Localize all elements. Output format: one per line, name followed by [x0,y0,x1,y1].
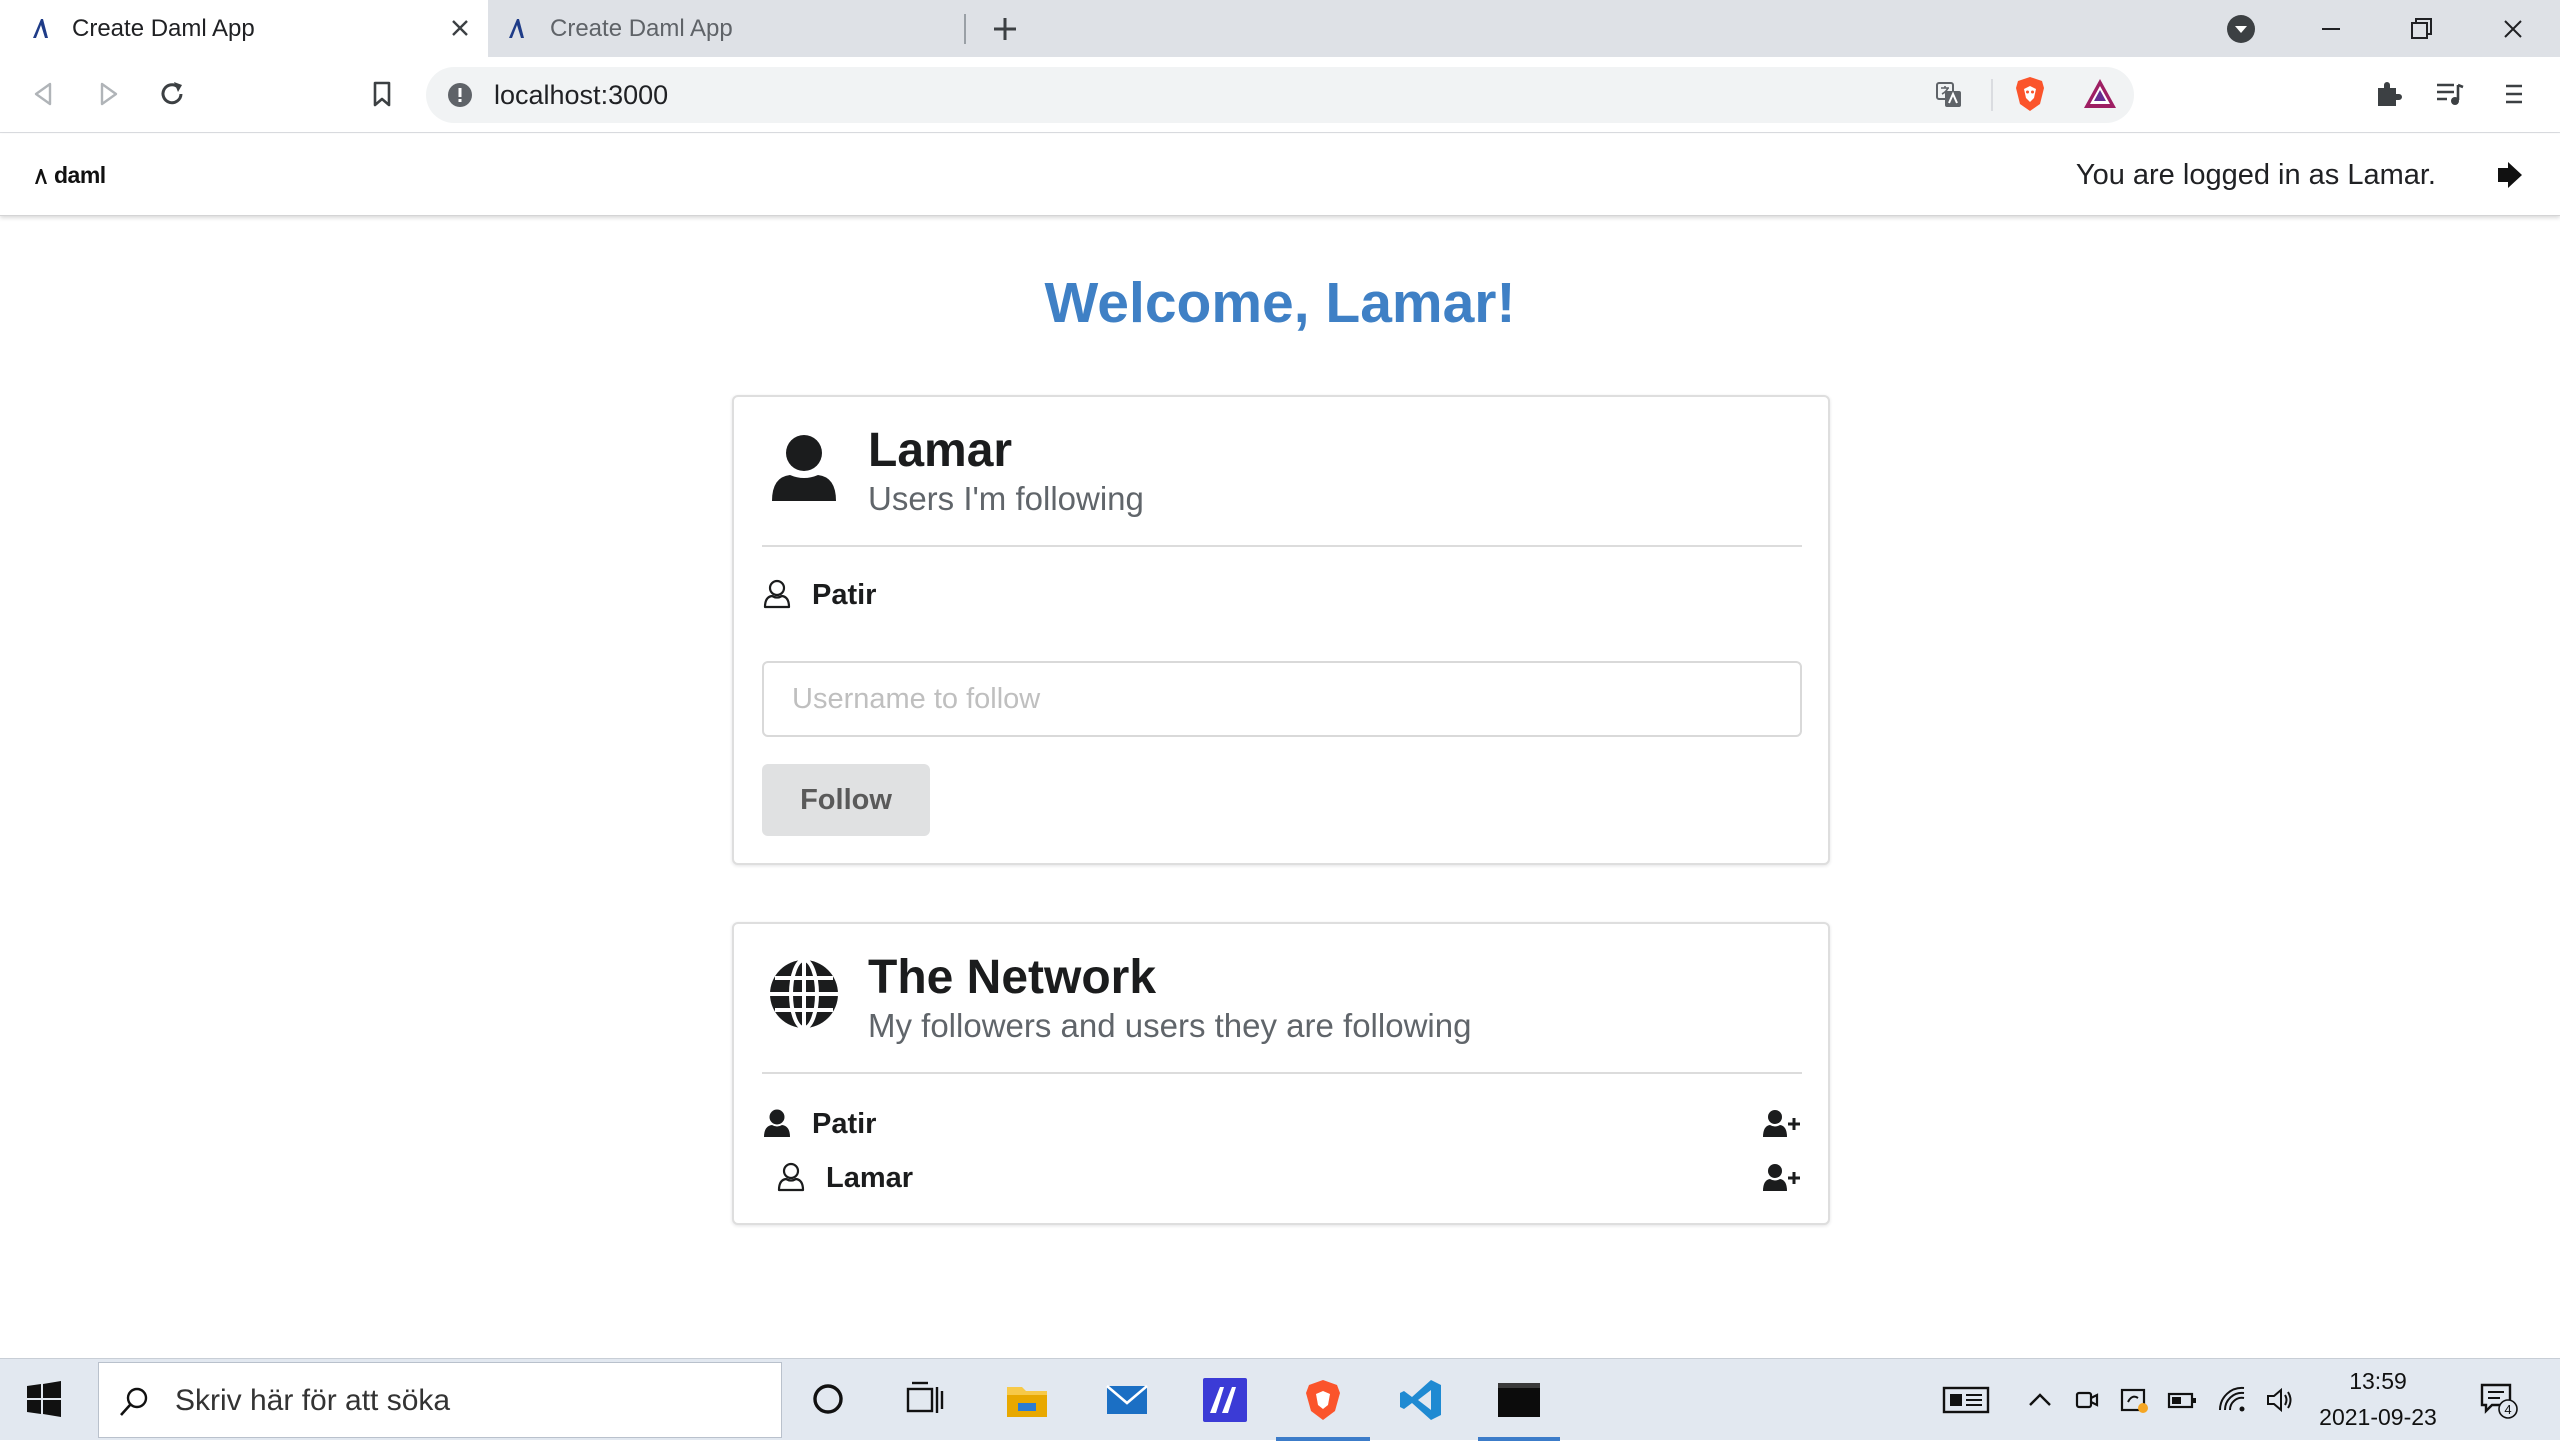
media-control-icon[interactable] [2432,76,2468,112]
user-outline-icon [777,1162,805,1192]
volume-icon[interactable] [2264,1384,2296,1416]
welcome-heading: Welcome, Lamar! [1044,271,1516,335]
following-card: Lamar Users I'm following Patir Follow [732,395,1830,865]
user-name: Patir [812,579,877,611]
card-title: Lamar [868,424,1013,477]
username-to-follow-input[interactable] [762,661,1802,737]
user-icon [764,1109,790,1137]
browser-toolbar: localhost:3000 [0,57,2560,133]
extensions-icon[interactable] [2370,76,2406,112]
notification-count: 4 [2504,1402,2511,1417]
show-hidden-icons-icon[interactable] [2024,1384,2056,1416]
daml-favicon-icon [509,19,524,38]
sync-icon[interactable] [2118,1384,2150,1416]
brave-shields-icon[interactable] [2010,74,2050,114]
site-info-icon[interactable] [446,81,474,109]
active-app-indicator [1478,1437,1560,1441]
translate-icon[interactable] [1934,80,1964,110]
clock-time[interactable]: 13:59 [2338,1367,2418,1395]
brave-browser-icon[interactable] [1300,1377,1346,1423]
divider [762,545,1802,547]
meet-now-icon[interactable] [2070,1384,2102,1416]
user-name: Lamar [826,1162,914,1194]
card-subtitle: Users I'm following [868,480,1144,517]
globe-icon [770,958,838,1030]
daml-logo: daml [32,162,106,189]
tab-search-icon[interactable] [2224,12,2258,46]
clock-date[interactable]: 2021-09-23 [2306,1403,2450,1431]
list-item: Lamar [762,1158,1802,1198]
tab-title: Create Daml App [550,15,733,42]
new-tab-icon[interactable] [990,14,1020,44]
divider [762,1072,1802,1074]
vscode-icon[interactable] [1398,1377,1444,1423]
list-item: Patir [762,575,1802,615]
wifi-icon[interactable] [2216,1384,2248,1416]
user-name: Patir [812,1108,877,1140]
mail-icon[interactable] [1104,1377,1150,1423]
notification-center-icon[interactable]: 4 [2478,1379,2518,1419]
add-user-icon[interactable] [1762,1108,1802,1138]
terminal-icon[interactable] [1496,1377,1542,1423]
minimize-icon[interactable] [2314,12,2348,46]
reload-icon[interactable] [154,76,190,112]
brave-rewards-icon[interactable] [2080,74,2120,114]
omnibox-separator [1991,79,1993,111]
news-widget-icon[interactable] [1942,1384,1992,1416]
card-subtitle: My followers and users they are followin… [868,1007,1472,1044]
windows-taskbar: Skriv här för att söka 13:59 2021-09-23 … [0,1358,2560,1441]
app-launcher-icon[interactable] [1202,1377,1248,1423]
restore-icon[interactable] [2404,12,2438,46]
logo-text: daml [54,162,106,188]
active-app-indicator [1276,1437,1370,1441]
file-explorer-icon[interactable] [1004,1377,1050,1423]
daml-favicon-icon [33,19,48,38]
task-view-icon[interactable] [904,1379,946,1421]
daml-logo-icon [35,168,47,184]
windows-start-icon[interactable] [24,1379,64,1419]
browser-menu-icon[interactable] [2496,76,2532,112]
search-placeholder: Skriv här för att söka [175,1384,451,1417]
user-outline-icon [763,579,791,609]
tab-separator [964,14,966,44]
bookmark-icon[interactable] [364,76,400,112]
address-bar[interactable]: localhost:3000 [426,67,2134,123]
user-icon [772,435,836,501]
url-text[interactable]: localhost:3000 [494,80,668,110]
network-card: The Network My followers and users they … [732,922,1830,1225]
card-title: The Network [868,951,1157,1004]
app-header: daml You are logged in as Lamar. [0,134,2560,216]
close-window-icon[interactable] [2496,12,2530,46]
tab-title: Create Daml App [72,15,255,42]
battery-icon[interactable] [2166,1384,2198,1416]
tab-create-daml-app[interactable]: Create Daml App [0,0,488,57]
cortana-icon[interactable] [808,1379,848,1419]
logged-in-status: You are logged in as Lamar. [2075,159,2436,191]
logout-icon[interactable] [2494,158,2528,192]
list-item: Patir [762,1104,1802,1144]
search-icon [120,1387,148,1416]
close-tab-icon[interactable] [448,16,472,40]
back-icon[interactable] [26,76,62,112]
tab-strip: Create Daml App Create Daml App [0,0,2560,57]
follow-button[interactable]: Follow [762,764,930,836]
forward-icon[interactable] [90,76,126,112]
taskbar-search[interactable]: Skriv här för att söka [98,1362,782,1438]
add-user-icon[interactable] [1762,1162,1802,1192]
tab-create-daml-app-2[interactable]: Create Daml App [488,0,966,57]
